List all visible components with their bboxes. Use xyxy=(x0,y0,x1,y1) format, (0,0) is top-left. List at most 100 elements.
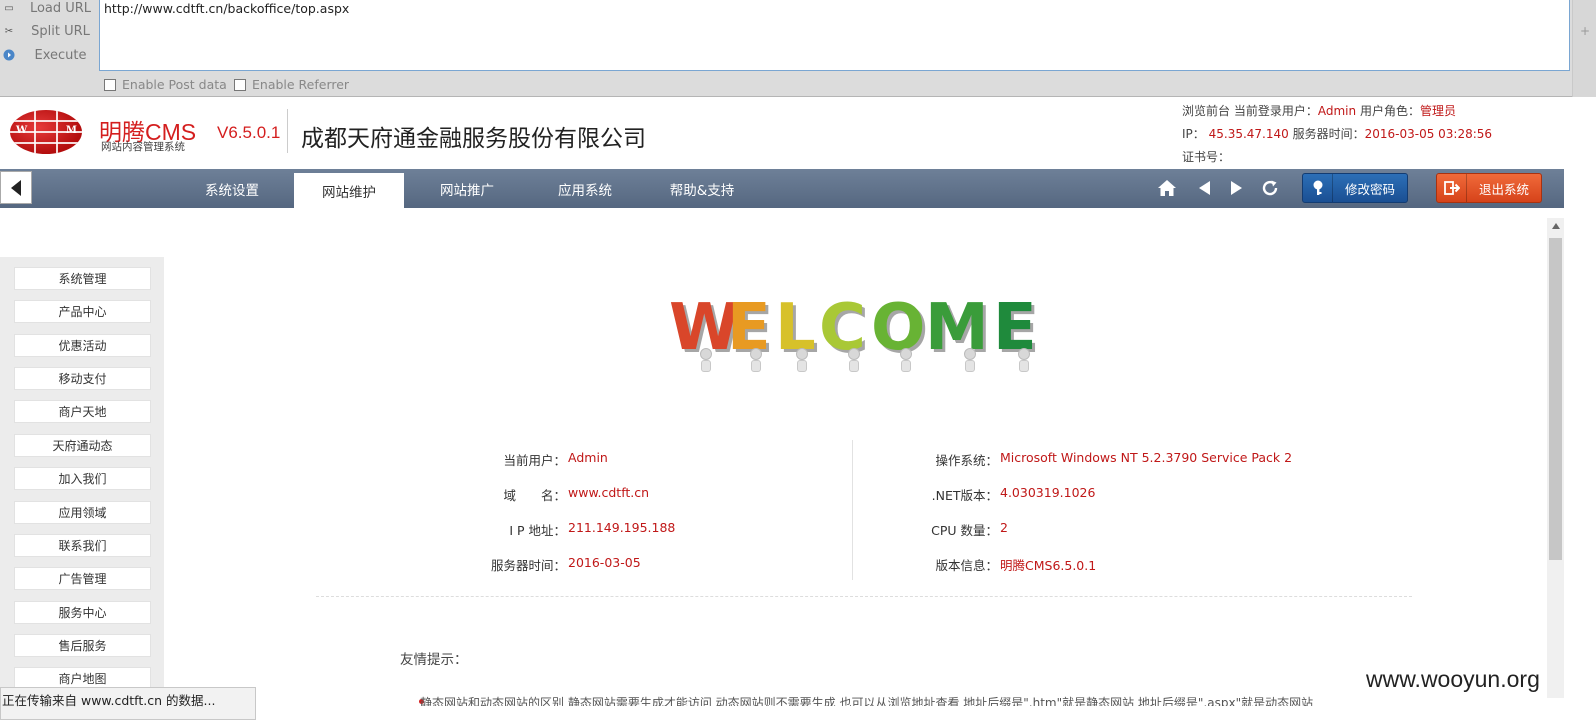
browser-status-bar: 正在传输来自 www.cdtft.cn 的数据... xyxy=(0,687,256,720)
info-value: 2016-03-05 xyxy=(568,555,641,570)
info-row-current-user: 当前用户： Admin xyxy=(466,450,608,469)
sidebar-menu: 系统管理 产品中心 优惠活动 移动支付 商户天地 天府通动态 加入我们 应用领域… xyxy=(0,257,164,720)
sidebar-item-merchants[interactable]: 商户天地 xyxy=(14,400,151,423)
info-key: CPU 数量： xyxy=(931,523,998,538)
logo-globe-icon: WM xyxy=(10,110,82,154)
role-value: 管理员 xyxy=(1419,104,1456,118)
tab-site-maintenance[interactable]: 网站维护 xyxy=(294,173,404,208)
tab-help-support[interactable]: 帮助&支持 xyxy=(647,169,757,208)
version-label: V6.5.0.1 xyxy=(217,123,281,142)
info-row-dotnet: .NET版本： 4.030319.1026 xyxy=(898,485,1096,504)
watermark-text: www.wooyun.org xyxy=(1366,666,1540,692)
sidebar-item-applications[interactable]: 应用领域 xyxy=(14,501,151,524)
execute-button[interactable]: Execute xyxy=(0,44,96,66)
load-url-button[interactable]: ▭ Load URL xyxy=(0,0,96,19)
load-url-label: Load URL xyxy=(29,0,92,16)
main-nav-bar: 系统设置 网站维护 网站推广 应用系统 帮助&支持 修改密码 退出系统 xyxy=(0,169,1596,208)
scroll-up-icon[interactable] xyxy=(1552,223,1560,229)
logout-button[interactable]: 退出系统 xyxy=(1436,173,1542,203)
ip-value: 45.35.47.140 xyxy=(1208,127,1289,141)
header-divider xyxy=(287,109,288,153)
execute-label: Execute xyxy=(34,47,87,63)
info-row-domain: 域 名： www.cdtft.cn xyxy=(466,485,649,504)
header-user-info: 浏览前台 当前登录用户：Admin 用户角色：管理员 IP： 45.35.47.… xyxy=(1182,100,1492,169)
execute-icon xyxy=(3,49,15,61)
system-info-panel: 当前用户： Admin 域 名： www.cdtft.cn I P 地址： 211.1… xyxy=(316,440,1412,580)
home-icon[interactable] xyxy=(1156,177,1178,199)
split-url-icon: ✂ xyxy=(4,25,14,37)
page-right-margin xyxy=(1564,97,1596,720)
key-icon xyxy=(1303,174,1333,202)
sidebar-item-promotions[interactable]: 优惠活动 xyxy=(14,334,151,357)
sidebar-item-mobile-payment[interactable]: 移动支付 xyxy=(14,367,151,390)
enable-referrer-label: Enable Referrer xyxy=(252,77,350,92)
load-url-icon: ▭ xyxy=(4,2,14,14)
info-key: 域 名： xyxy=(503,488,566,503)
info-key: 操作系统： xyxy=(935,453,998,468)
forward-icon[interactable] xyxy=(1225,177,1247,199)
server-time-value: 2016-03-05 03:28:56 xyxy=(1364,127,1493,141)
info-row-ip: I P 地址： 211.149.195.188 xyxy=(466,520,675,539)
role-label: 用户角色： xyxy=(1359,104,1420,118)
change-password-button[interactable]: 修改密码 xyxy=(1302,173,1408,203)
split-url-label: Split URL xyxy=(31,23,90,39)
split-url-button[interactable]: ✂ Split URL xyxy=(0,20,96,42)
url-textarea[interactable]: http://www.cdtft.cn/backoffice/top.aspx xyxy=(99,0,1570,71)
sidebar-item-news[interactable]: 天府通动态 xyxy=(14,434,151,457)
scrollbar-thumb[interactable] xyxy=(1549,238,1562,560)
info-value: www.cdtft.cn xyxy=(568,485,650,500)
cms-header: WM 明腾CMS 网站内容管理系统 V6.5.0.1 成都天府通金融服务股份有限… xyxy=(0,97,1596,169)
welcome-banner-image: W E L C O M E xyxy=(667,290,1057,378)
info-value: Admin xyxy=(568,450,608,465)
checkbox-box[interactable] xyxy=(104,78,116,91)
company-name: 成都天府通金融服务股份有限公司 xyxy=(301,125,646,151)
info-value: 211.149.195.188 xyxy=(568,520,676,535)
sidebar-item-service-center[interactable]: 服务中心 xyxy=(14,601,151,624)
back-arrow-icon xyxy=(11,179,21,196)
info-row-cpu: CPU 数量： 2 xyxy=(898,520,1008,539)
logout-icon xyxy=(1437,174,1467,202)
cert-label: 证书号： xyxy=(1182,150,1231,164)
browse-front-link[interactable]: 浏览前台 xyxy=(1182,104,1230,118)
info-key: I P 地址： xyxy=(509,523,566,538)
welcome-letter: M xyxy=(925,291,989,365)
back-icon[interactable] xyxy=(1193,177,1215,199)
checkbox-box[interactable] xyxy=(234,78,246,91)
tab-site-promotion[interactable]: 网站推广 xyxy=(412,169,522,208)
ip-label: IP： xyxy=(1182,127,1205,141)
enable-post-checkbox[interactable]: Enable Post data xyxy=(104,77,227,92)
sidebar-item-contact-us[interactable]: 联系我们 xyxy=(14,534,151,557)
info-value: 4.030319.1026 xyxy=(1000,485,1096,500)
info-value: 2 xyxy=(1000,520,1008,535)
info-key: 服务器时间： xyxy=(490,558,566,573)
enable-post-label: Enable Post data xyxy=(122,77,227,92)
sidebar-item-system-management[interactable]: 系统管理 xyxy=(14,267,151,290)
info-key: .NET版本： xyxy=(931,488,998,503)
hackbar-side-strip: + xyxy=(1572,0,1596,97)
enable-referrer-checkbox[interactable]: Enable Referrer xyxy=(234,77,349,92)
info-value: 明腾CMS6.5.0.1 xyxy=(1000,558,1097,573)
info-key: 当前用户： xyxy=(503,453,566,468)
change-password-label: 修改密码 xyxy=(1344,181,1395,197)
tips-text: 静态网站和动态网站的区别 静态网站需要生成才能访问 动态网站则不需要生成 也可以… xyxy=(420,696,1314,706)
vertical-scrollbar[interactable] xyxy=(1547,218,1564,698)
expand-icon[interactable]: + xyxy=(1580,24,1590,38)
info-key: 版本信息： xyxy=(935,558,998,573)
info-row-server-time: 服务器时间： 2016-03-05 xyxy=(466,555,641,574)
info-row-version: 版本信息： 明腾CMS6.5.0.1 xyxy=(898,555,1096,574)
sidebar-item-ad-management[interactable]: 广告管理 xyxy=(14,567,151,590)
info-row-os: 操作系统： Microsoft Windows NT 5.2.3790 Servi… xyxy=(898,450,1292,469)
tab-applications[interactable]: 应用系统 xyxy=(530,169,640,208)
sidebar-item-after-sales[interactable]: 售后服务 xyxy=(14,634,151,657)
current-user-value: Admin xyxy=(1317,104,1357,118)
hackbar-panel: ▭ Load URL ✂ Split URL Execute http://ww… xyxy=(0,0,1596,97)
current-user-label: 当前登录用户： xyxy=(1233,104,1318,118)
section-divider xyxy=(316,596,1412,597)
info-divider xyxy=(852,440,853,580)
collapse-sidebar-button[interactable] xyxy=(0,171,32,204)
sidebar-item-product-center[interactable]: 产品中心 xyxy=(14,300,151,323)
sidebar-item-join-us[interactable]: 加入我们 xyxy=(14,467,151,490)
refresh-icon[interactable] xyxy=(1259,177,1281,199)
logout-label: 退出系统 xyxy=(1478,181,1529,197)
tab-system-settings[interactable]: 系统设置 xyxy=(177,169,287,208)
